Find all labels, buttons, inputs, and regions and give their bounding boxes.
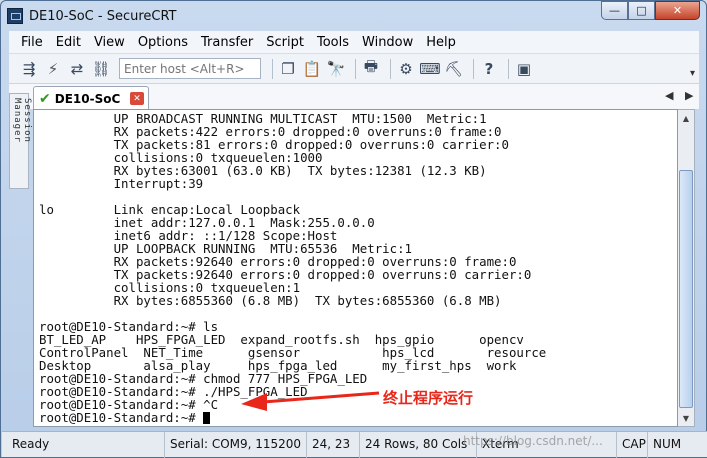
copy-icon[interactable]: ❐ bbox=[278, 59, 298, 79]
window-title: DE10-SoC - SecureCRT bbox=[29, 8, 177, 24]
terminal-line: root@DE10-Standard:~# bbox=[39, 411, 211, 424]
terminal-output[interactable]: UP BROADCAST RUNNING MULTICAST MTU:1500 … bbox=[33, 109, 678, 427]
menu-view[interactable]: View bbox=[94, 35, 125, 50]
tab-de10-soc[interactable]: ✔ DE10-SoC ✕ bbox=[33, 86, 149, 110]
tab-scroll-right-icon[interactable]: ▶ bbox=[685, 89, 693, 102]
securecrt-app-icon bbox=[7, 8, 23, 24]
session-manager-panel-toggle[interactable]: Session Manager bbox=[9, 93, 32, 189]
menu-options[interactable]: Options bbox=[138, 35, 188, 50]
menu-window[interactable]: Window bbox=[362, 35, 413, 50]
screenshot-icon[interactable]: ▣ bbox=[514, 59, 534, 79]
session-manager-label: Session Manager bbox=[12, 98, 32, 143]
menu-bar: File Edit View Options Transfer Script T… bbox=[9, 31, 699, 53]
connected-check-icon: ✔ bbox=[39, 90, 51, 107]
quick-connect-icon[interactable]: ⚡ bbox=[43, 59, 63, 79]
disconnect-icon[interactable]: ⛓ bbox=[91, 59, 111, 79]
toolbar-separator bbox=[473, 58, 474, 79]
scrollbar-thumb[interactable] bbox=[679, 170, 693, 408]
help-icon[interactable]: ? bbox=[479, 59, 499, 79]
tab-label: DE10-SoC bbox=[54, 91, 121, 106]
status-terminal-size: 24 Rows, 80 Cols bbox=[359, 432, 475, 458]
find-icon[interactable]: 🔭 bbox=[326, 59, 346, 79]
menu-tools[interactable]: Tools bbox=[317, 35, 349, 50]
toolbar: ⇶ ⚡ ⇄ ⛓ ❐ 📋 🔭 🖶 ⚙ ⌨ ⛏ ? ▣ ▾ bbox=[9, 53, 699, 83]
watermark: https://blog.csdn.net/... bbox=[463, 434, 603, 448]
print-icon[interactable]: 🖶 bbox=[361, 57, 381, 79]
toolbar-separator bbox=[390, 58, 391, 79]
window-controls: — □ ✕ bbox=[601, 1, 700, 20]
status-cursor-position: 24, 23 bbox=[306, 432, 358, 458]
menu-script[interactable]: Script bbox=[266, 35, 304, 50]
reconnect-icon[interactable]: ⇄ bbox=[67, 59, 87, 79]
status-serial: Serial: COM9, 115200 bbox=[164, 432, 304, 458]
terminal-line: RX bytes:6855360 (6.8 MB) TX bytes:68553… bbox=[39, 293, 502, 308]
tab-bar: ✔ DE10-SoC ✕ ◀ ▶ bbox=[9, 83, 699, 110]
annotation-label: 终止程序运行 bbox=[383, 389, 474, 407]
securecrt-window: DE10-SoC - SecureCRT — □ ✕ File Edit Vie… bbox=[0, 0, 707, 458]
paste-icon[interactable]: 📋 bbox=[302, 59, 322, 79]
terminal-scrollbar[interactable]: ▲ ▼ bbox=[678, 109, 695, 427]
sftp-icon[interactable]: ⛏ bbox=[444, 59, 464, 79]
connect-icon[interactable]: ⇶ bbox=[19, 59, 39, 79]
toolbar-separator bbox=[272, 58, 273, 79]
tab-scroll-left-icon[interactable]: ◀ bbox=[665, 89, 673, 102]
tab-close-icon[interactable]: ✕ bbox=[130, 92, 144, 105]
terminal-cursor bbox=[203, 412, 211, 424]
menu-help[interactable]: Help bbox=[426, 35, 456, 50]
host-input[interactable] bbox=[119, 58, 261, 79]
scroll-up-arrow-icon[interactable]: ▲ bbox=[678, 110, 694, 126]
title-bar: DE10-SoC - SecureCRT — □ ✕ bbox=[1, 1, 706, 31]
keymap-icon[interactable]: ⌨ bbox=[419, 59, 441, 79]
settings-gear-icon[interactable]: ⚙ bbox=[396, 59, 416, 79]
status-num-lock: NUM bbox=[647, 432, 707, 458]
scroll-down-arrow-icon[interactable]: ▼ bbox=[678, 410, 694, 426]
toolbar-separator bbox=[508, 58, 509, 79]
terminal-line: Interrupt:39 bbox=[39, 176, 204, 191]
menu-file[interactable]: File bbox=[21, 35, 43, 50]
maximize-button[interactable]: □ bbox=[628, 1, 655, 20]
toolbar-overflow-chevron-icon[interactable]: ▾ bbox=[690, 68, 695, 79]
status-ready: Ready bbox=[12, 437, 50, 451]
minimize-button[interactable]: — bbox=[601, 1, 628, 20]
toolbar-separator bbox=[355, 58, 356, 79]
close-button[interactable]: ✕ bbox=[655, 1, 700, 20]
menu-transfer[interactable]: Transfer bbox=[201, 35, 253, 50]
menu-edit[interactable]: Edit bbox=[56, 35, 81, 50]
